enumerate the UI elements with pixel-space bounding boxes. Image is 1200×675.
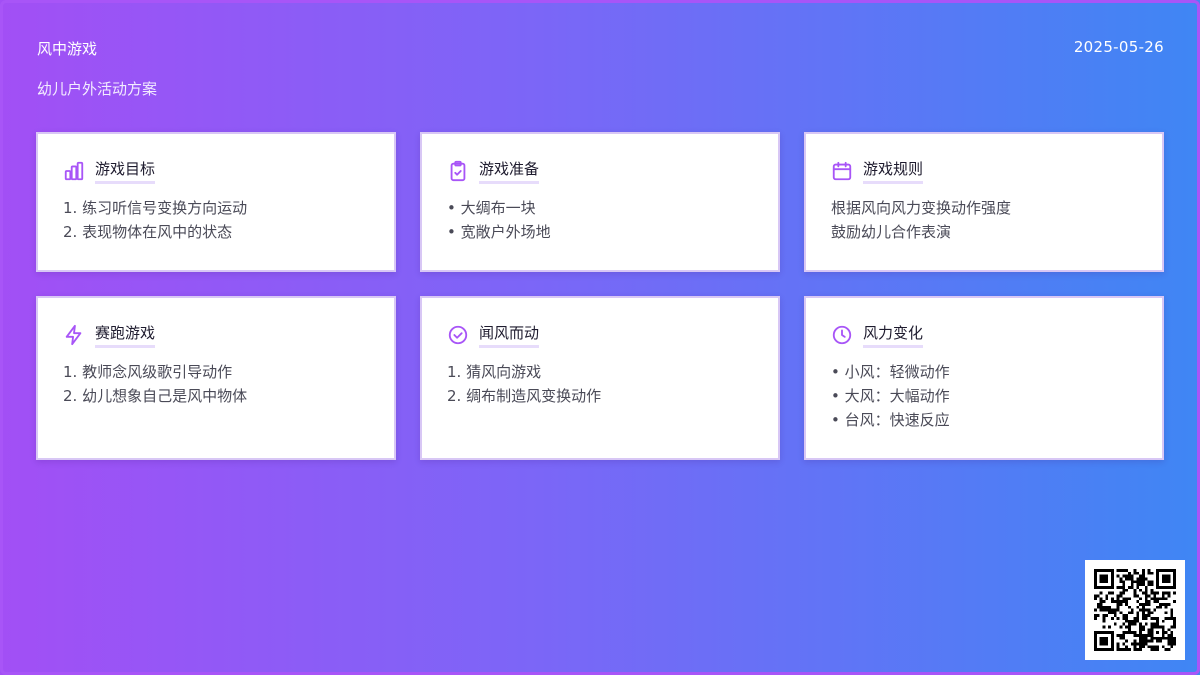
check-circle-icon <box>447 324 469 346</box>
list-item: 鼓励幼儿合作表演 <box>831 223 952 241</box>
list-item: • 台风：快速反应 <box>831 411 950 429</box>
card-title: 游戏规则 <box>863 159 924 184</box>
list-item: 根据风向风力变换动作强度 <box>831 199 1012 217</box>
list-item: • 宽敞户外场地 <box>447 223 551 241</box>
date-label: 2025-05-26 <box>1073 38 1164 56</box>
list-item: 2. 幼儿想象自己是风中物体 <box>63 387 248 405</box>
card-title: 风力变化 <box>863 323 924 348</box>
list-item: 2. 绸布制造风变换动作 <box>447 387 602 405</box>
qr-code-image <box>1094 569 1176 651</box>
calendar-icon <box>831 160 853 182</box>
qr-code <box>1085 560 1185 660</box>
card-header: 游戏目标 <box>63 158 370 184</box>
card-header: 风力变化 <box>831 322 1138 348</box>
clock-icon <box>831 324 853 346</box>
card-grid: 游戏目标 1. 练习听信号变换方向运动 2. 表现物体在风中的状态 游戏准备 •… <box>36 132 1164 460</box>
card-preparation: 游戏准备 • 大绸布一块 • 宽敞户外场地 <box>420 132 780 272</box>
card-goals: 游戏目标 1. 练习听信号变换方向运动 2. 表现物体在风中的状态 <box>36 132 396 272</box>
card-rules: 游戏规则 根据风向风力变换动作强度 鼓励幼儿合作表演 <box>804 132 1164 272</box>
card-race-game: 赛跑游戏 1. 教师念风级歌引导动作 2. 幼儿想象自己是风中物体 <box>36 296 396 460</box>
card-header: 游戏准备 <box>447 158 754 184</box>
list-item: 1. 练习听信号变换方向运动 <box>63 199 248 217</box>
list-item: 1. 教师念风级歌引导动作 <box>63 363 233 381</box>
card-header: 游戏规则 <box>831 158 1138 184</box>
page-title: 风中游戏 <box>37 40 98 58</box>
lightning-icon <box>63 324 85 346</box>
list-item: • 大绸布一块 <box>447 199 536 217</box>
page-subtitle: 幼儿户外活动方案 <box>37 80 158 98</box>
card-body: 1. 教师念风级歌引导动作 2. 幼儿想象自己是风中物体 <box>63 360 370 408</box>
card-body: • 大绸布一块 • 宽敞户外场地 <box>447 196 754 244</box>
list-item: • 大风：大幅动作 <box>831 387 950 405</box>
list-item: 1. 猜风向游戏 <box>447 363 542 381</box>
card-header: 闻风而动 <box>447 322 754 348</box>
card-wind-move: 闻风而动 1. 猜风向游戏 2. 绸布制造风变换动作 <box>420 296 780 460</box>
list-item: 2. 表现物体在风中的状态 <box>63 223 233 241</box>
card-title: 游戏目标 <box>95 159 156 184</box>
clipboard-check-icon <box>447 160 469 182</box>
card-title: 赛跑游戏 <box>95 323 156 348</box>
card-body: • 小风：轻微动作 • 大风：大幅动作 • 台风：快速反应 <box>831 360 1138 432</box>
card-header: 赛跑游戏 <box>63 322 370 348</box>
card-body: 1. 练习听信号变换方向运动 2. 表现物体在风中的状态 <box>63 196 370 244</box>
bar-chart-icon <box>63 160 85 182</box>
card-title: 游戏准备 <box>479 159 540 184</box>
card-body: 1. 猜风向游戏 2. 绸布制造风变换动作 <box>447 360 754 408</box>
card-wind-force: 风力变化 • 小风：轻微动作 • 大风：大幅动作 • 台风：快速反应 <box>804 296 1164 460</box>
card-title: 闻风而动 <box>479 323 540 348</box>
list-item: • 小风：轻微动作 <box>831 363 950 381</box>
card-body: 根据风向风力变换动作强度 鼓励幼儿合作表演 <box>831 196 1138 244</box>
